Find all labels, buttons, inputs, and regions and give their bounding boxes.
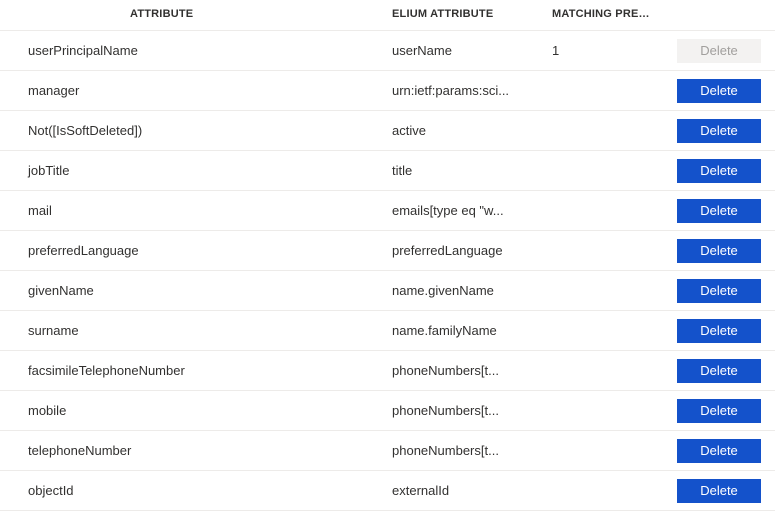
cell-elium-attribute: active	[392, 123, 552, 138]
cell-elium-attribute: title	[392, 163, 552, 178]
cell-attribute: Not([IsSoftDeleted])	[0, 123, 392, 138]
cell-elium-attribute: name.givenName	[392, 283, 552, 298]
table-row[interactable]: surnamename.familyName Delete	[0, 311, 775, 351]
delete-button[interactable]: Delete	[677, 439, 761, 463]
cell-attribute: mobile	[0, 403, 392, 418]
cell-elium-attribute: name.familyName	[392, 323, 552, 338]
delete-button[interactable]: Delete	[677, 319, 761, 343]
cell-elium-attribute: externalId	[392, 483, 552, 498]
delete-button[interactable]: Delete	[677, 239, 761, 263]
cell-attribute: jobTitle	[0, 163, 392, 178]
cell-elium-attribute: phoneNumbers[t...	[392, 403, 552, 418]
table-row[interactable]: jobTitletitle Delete	[0, 151, 775, 191]
table-row[interactable]: Not([IsSoftDeleted])active Delete	[0, 111, 775, 151]
table-row[interactable]: givenNamename.givenName Delete	[0, 271, 775, 311]
cell-attribute: userPrincipalName	[0, 43, 392, 58]
cell-elium-attribute: phoneNumbers[t...	[392, 443, 552, 458]
table-row[interactable]: preferredLanguagepreferredLanguage Delete	[0, 231, 775, 271]
cell-elium-attribute: urn:ietf:params:sci...	[392, 83, 552, 98]
cell-action: Delete	[656, 119, 775, 143]
cell-action: Delete	[656, 319, 775, 343]
delete-button[interactable]: Delete	[677, 79, 761, 103]
table-row[interactable]: mobilephoneNumbers[t... Delete	[0, 391, 775, 431]
table-row[interactable]: mailemails[type eq "w... Delete	[0, 191, 775, 231]
cell-action: Delete	[656, 399, 775, 423]
table-row[interactable]: facsimileTelephoneNumberphoneNumbers[t..…	[0, 351, 775, 391]
cell-attribute: mail	[0, 203, 392, 218]
cell-attribute: givenName	[0, 283, 392, 298]
delete-button[interactable]: Delete	[677, 279, 761, 303]
header-attribute: ATTRIBUTE	[0, 8, 392, 20]
cell-attribute: preferredLanguage	[0, 243, 392, 258]
cell-action: Delete	[656, 359, 775, 383]
cell-elium-attribute: phoneNumbers[t...	[392, 363, 552, 378]
table-row[interactable]: userPrincipalNameuserName1 Delete	[0, 31, 775, 71]
cell-attribute: manager	[0, 83, 392, 98]
delete-button[interactable]: Delete	[677, 479, 761, 503]
header-elium-attribute: ELIUM ATTRIBUTE	[392, 8, 552, 20]
table-row[interactable]: telephoneNumberphoneNumbers[t... Delete	[0, 431, 775, 471]
cell-matching-precedence: 1	[552, 43, 656, 58]
delete-button[interactable]: Delete	[677, 359, 761, 383]
delete-button[interactable]: Delete	[677, 399, 761, 423]
delete-button[interactable]: Delete	[677, 199, 761, 223]
cell-action: Delete	[656, 239, 775, 263]
cell-elium-attribute: userName	[392, 43, 552, 58]
delete-button[interactable]: Delete	[677, 159, 761, 183]
cell-action: Delete	[656, 279, 775, 303]
cell-action: Delete	[656, 159, 775, 183]
cell-attribute: surname	[0, 323, 392, 338]
header-matching-precedence: MATCHING PREC...	[552, 8, 656, 20]
delete-button: Delete	[677, 39, 761, 63]
attribute-mapping-table: ATTRIBUTE ELIUM ATTRIBUTE MATCHING PREC.…	[0, 0, 775, 511]
cell-attribute: facsimileTelephoneNumber	[0, 363, 392, 378]
cell-action: Delete	[656, 199, 775, 223]
cell-action: Delete	[656, 439, 775, 463]
delete-button[interactable]: Delete	[677, 119, 761, 143]
cell-elium-attribute: preferredLanguage	[392, 243, 552, 258]
cell-action: Delete	[656, 479, 775, 503]
cell-attribute: telephoneNumber	[0, 443, 392, 458]
table-header-row: ATTRIBUTE ELIUM ATTRIBUTE MATCHING PREC.…	[0, 0, 775, 31]
cell-action: Delete	[656, 39, 775, 63]
table-row[interactable]: managerurn:ietf:params:sci... Delete	[0, 71, 775, 111]
cell-elium-attribute: emails[type eq "w...	[392, 203, 552, 218]
cell-action: Delete	[656, 79, 775, 103]
table-row[interactable]: objectIdexternalId Delete	[0, 471, 775, 511]
cell-attribute: objectId	[0, 483, 392, 498]
